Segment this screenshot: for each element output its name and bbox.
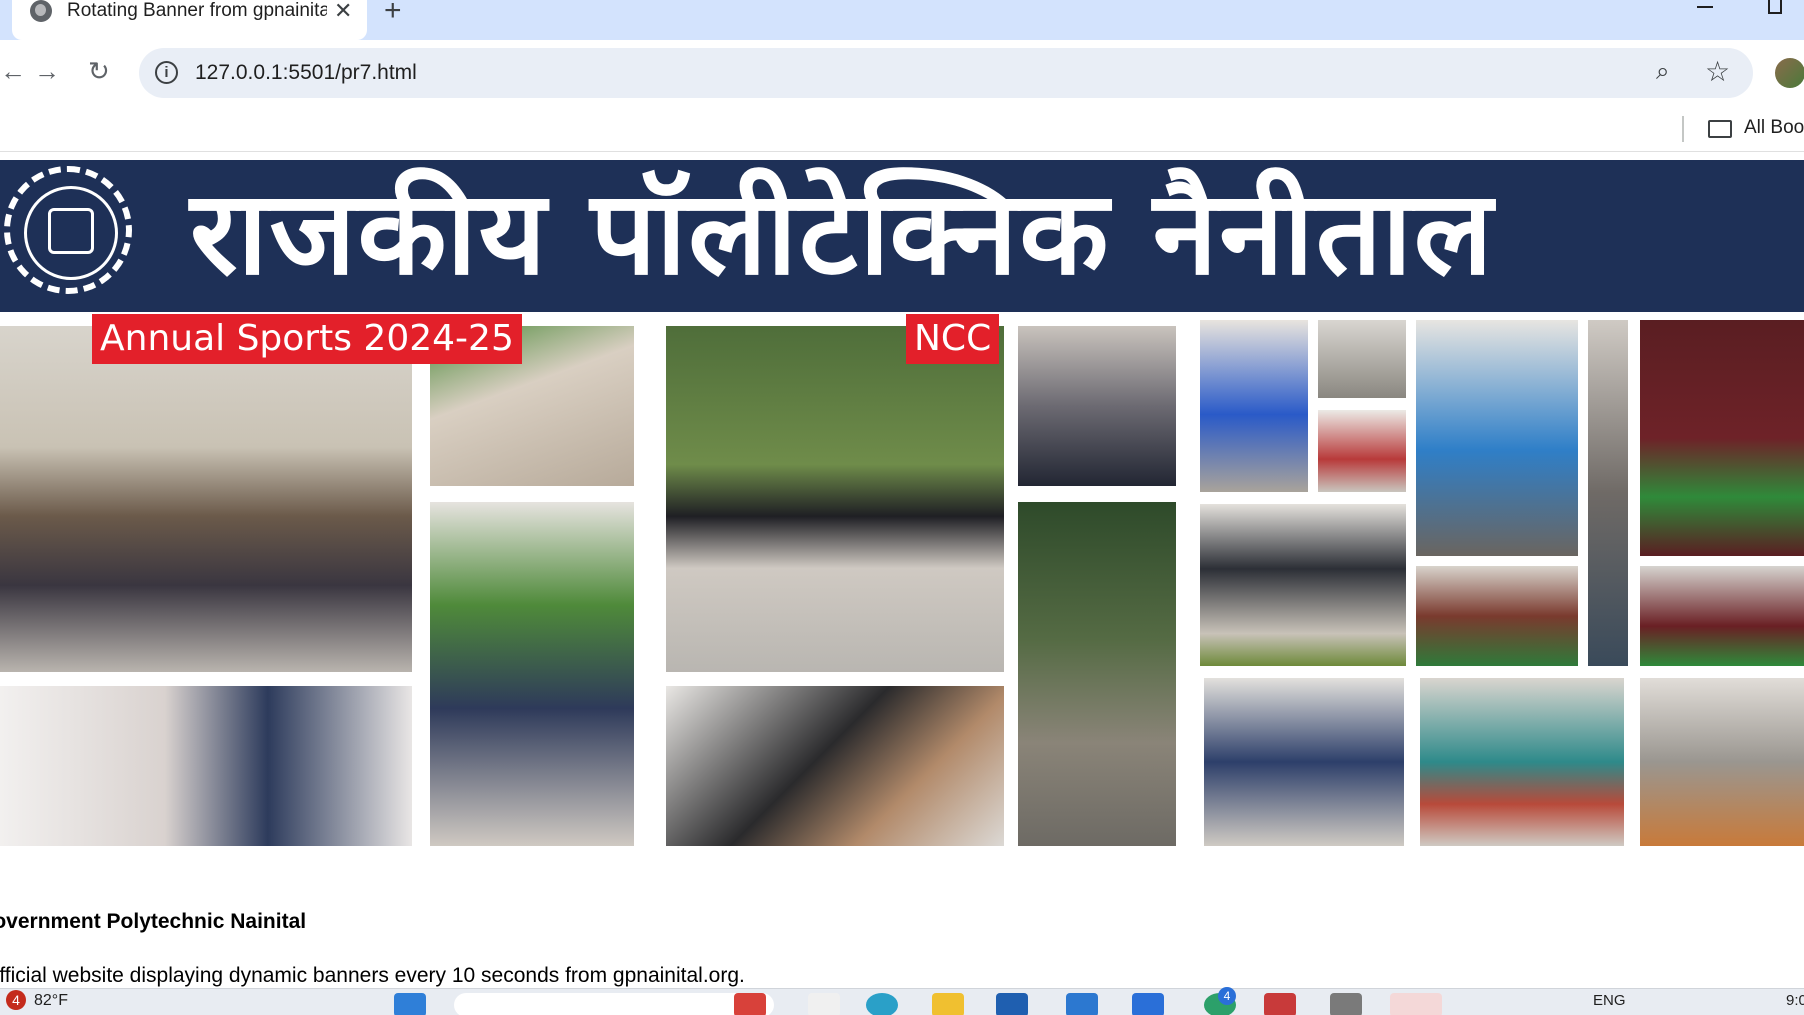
tab-strip: Rotating Banner from gpnainital.org ✕ + bbox=[0, 0, 1804, 40]
file-explorer-icon[interactable] bbox=[932, 993, 964, 1015]
minimize-icon[interactable] bbox=[1697, 6, 1713, 8]
ncc-exercise-photo bbox=[1018, 502, 1176, 846]
all-bookmarks-link[interactable]: All Bookmarks bbox=[1744, 117, 1804, 139]
app-icon-2[interactable] bbox=[808, 993, 840, 1015]
new-tab-button[interactable]: + bbox=[384, 0, 402, 26]
reload-icon[interactable]: ↻ bbox=[88, 56, 110, 86]
workshop-photo-2 bbox=[1640, 678, 1804, 846]
app-icon-4[interactable] bbox=[1330, 993, 1362, 1015]
bookmarks-bar: All Bookmarks bbox=[0, 106, 1804, 152]
notification-badge: 4 bbox=[1218, 987, 1236, 1005]
close-tab-icon[interactable]: ✕ bbox=[334, 0, 352, 22]
ncc-parade-photo bbox=[666, 326, 1004, 672]
folder-icon[interactable] bbox=[1708, 120, 1732, 138]
app-icon-3[interactable] bbox=[1264, 993, 1296, 1015]
url-text[interactable]: 127.0.0.1:5501/pr7.html bbox=[195, 61, 417, 85]
ncc-hall-photo bbox=[1018, 326, 1176, 486]
sports-award-photo bbox=[0, 686, 412, 846]
workshop-photo-1 bbox=[1204, 678, 1404, 846]
language-indicator[interactable]: ENG bbox=[1593, 992, 1626, 1009]
search-box[interactable] bbox=[454, 993, 774, 1015]
site-info-icon[interactable]: i bbox=[155, 61, 178, 84]
page-description: Official website displaying dynamic bann… bbox=[0, 964, 745, 987]
sports-speech-photo bbox=[430, 502, 634, 846]
mail-icon[interactable] bbox=[1066, 993, 1098, 1015]
model-lab-photo bbox=[1416, 566, 1578, 666]
edge-icon[interactable] bbox=[866, 993, 898, 1015]
sports-caption: Annual Sports 2024-25 bbox=[92, 314, 522, 364]
profile-avatar[interactable] bbox=[1775, 58, 1804, 88]
address-bar[interactable]: i 127.0.0.1:5501/pr7.html ⌕ ☆ bbox=[139, 48, 1753, 98]
active-tab[interactable]: Rotating Banner from gpnainital.org ✕ bbox=[12, 0, 367, 40]
electrical-panel-photo-1 bbox=[1588, 320, 1628, 666]
back-icon[interactable]: ← bbox=[0, 56, 26, 86]
computer-lab-photo bbox=[1200, 504, 1406, 666]
page-heading: Government Polytechnic Nainital bbox=[0, 910, 307, 933]
app-icon-1[interactable] bbox=[734, 993, 766, 1015]
browser-toolbar: ← → ↻ i 127.0.0.1:5501/pr7.html ⌕ ☆ bbox=[0, 40, 1804, 106]
banner-header: राजकीय पॉलीटेक्निक नैनीताल bbox=[0, 160, 1804, 312]
clock[interactable]: 9:0 bbox=[1786, 992, 1804, 1009]
weather-temperature[interactable]: 82°F bbox=[34, 992, 68, 1010]
vscode-icon[interactable] bbox=[1132, 993, 1164, 1015]
globe-icon bbox=[30, 0, 52, 22]
ncc-caption: NCC bbox=[906, 314, 1000, 364]
bookmark-star-icon[interactable]: ☆ bbox=[1705, 55, 1730, 88]
forward-icon[interactable]: → bbox=[34, 56, 60, 86]
machine-lab-photo bbox=[1416, 320, 1578, 556]
lab-room-photo-1 bbox=[1318, 320, 1406, 398]
weather-alert-badge[interactable]: 4 bbox=[6, 990, 26, 1010]
rotating-banner: राजकीय पॉलीटेक्निक नैनीताल Annual Sports… bbox=[0, 160, 1804, 860]
bookmarks-separator bbox=[1682, 116, 1684, 142]
chrome-icon[interactable] bbox=[1390, 993, 1442, 1015]
electrical-panel-photo-3 bbox=[1640, 566, 1804, 666]
electrical-panel-photo-2 bbox=[1640, 320, 1804, 556]
restore-icon[interactable] bbox=[1768, 0, 1782, 14]
ncc-blood-donation-photo bbox=[666, 686, 1004, 846]
start-icon[interactable] bbox=[394, 993, 426, 1015]
chemistry-lab-photo bbox=[1420, 678, 1624, 846]
zoom-icon[interactable]: ⌕ bbox=[1656, 58, 1669, 86]
sports-group-photo bbox=[0, 326, 412, 672]
college-emblem-icon bbox=[4, 166, 132, 294]
tab-title: Rotating Banner from gpnainital.org bbox=[67, 0, 327, 21]
lab-room-photo-2 bbox=[1318, 410, 1406, 492]
lab-chairs-photo bbox=[1200, 320, 1308, 492]
windows-taskbar: 4 82°F 4 ENG 9:0 bbox=[0, 987, 1804, 1015]
banner-title: राजकीय पॉलीटेक्निक नैनीताल bbox=[190, 166, 1495, 301]
store-icon[interactable] bbox=[996, 993, 1028, 1015]
